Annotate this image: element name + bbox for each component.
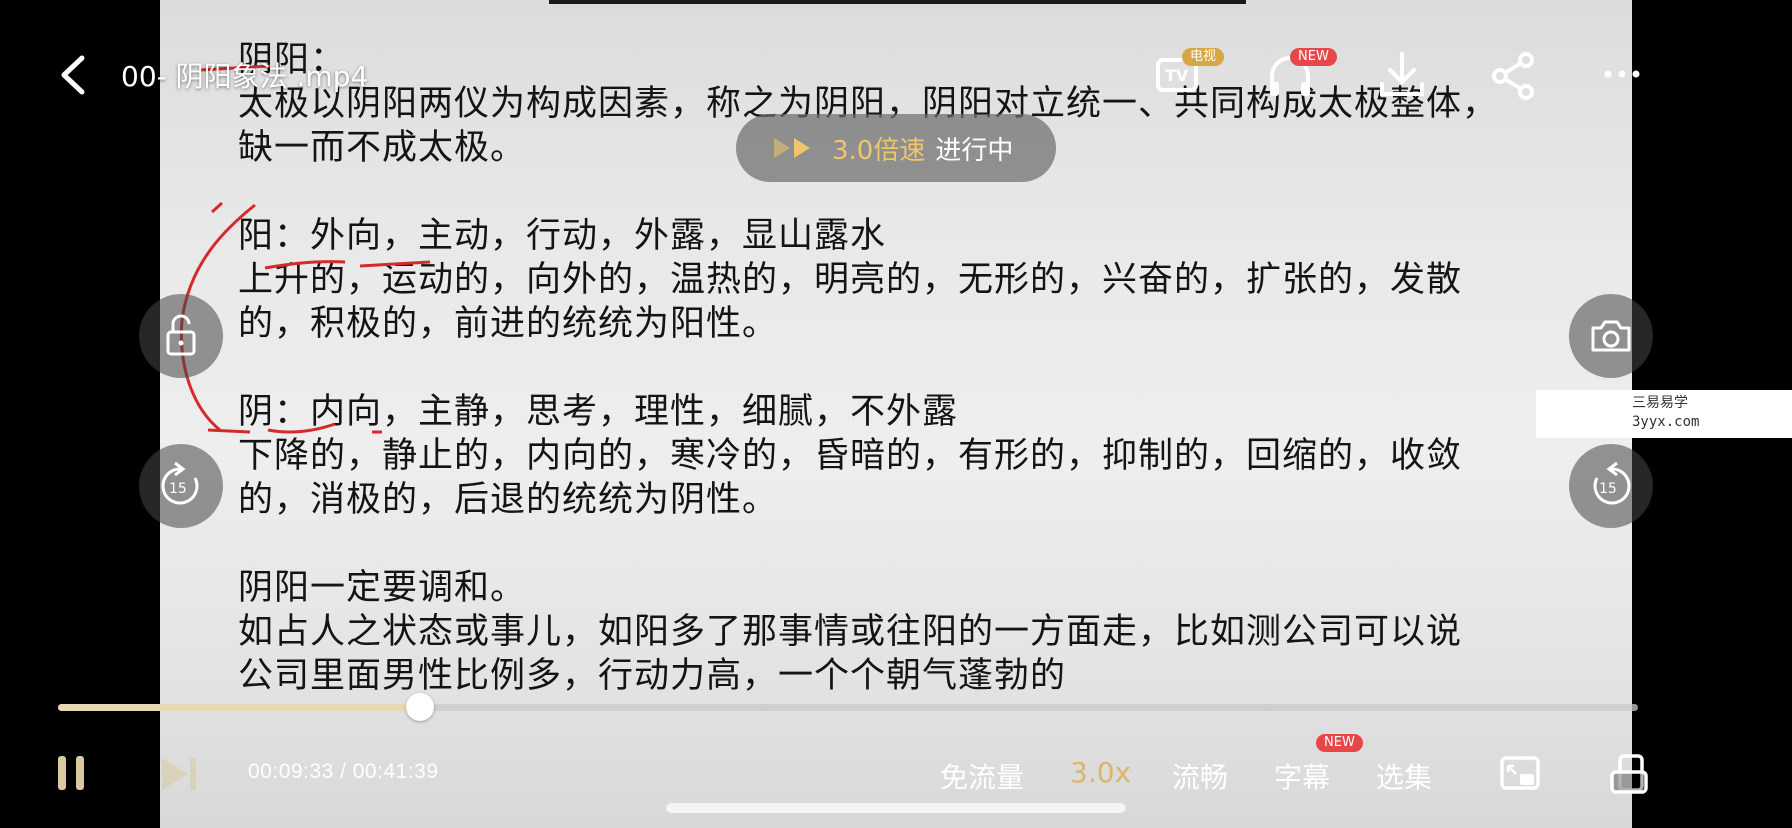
rewind-seconds: 15 bbox=[169, 481, 187, 497]
next-button[interactable] bbox=[158, 752, 202, 796]
slide-line: 阴阳： bbox=[238, 40, 347, 80]
watermark-line: 3yyx.com bbox=[1632, 414, 1700, 430]
slide-line: 阴：内向，主静，思考，理性，细腻，不外露 bbox=[238, 392, 959, 432]
forward-icon: 15 bbox=[1593, 461, 1631, 505]
slide-line: 的，积极的，前进的统统为阳性。 bbox=[238, 304, 779, 344]
speed-toast-status: 进行中 bbox=[935, 135, 1014, 166]
skip-next-icon bbox=[162, 758, 196, 790]
progress-track[interactable] bbox=[58, 693, 1638, 721]
slide-line: 的，消极的，后退的统统为阴性。 bbox=[238, 480, 779, 520]
forward-seconds: 15 bbox=[1599, 481, 1617, 497]
share-button[interactable] bbox=[1486, 48, 1542, 104]
slide-line: 下降的，静止的，内向的，寒冷的，昏暗的，有形的，抑制的，回缩的，收敛 bbox=[238, 436, 1463, 476]
slide-line: 阴阳一定要调和。 bbox=[238, 568, 527, 608]
pause-icon bbox=[58, 756, 84, 790]
episodes-button[interactable]: 选集 bbox=[1376, 756, 1432, 796]
rewind-15-button[interactable]: 15 bbox=[139, 444, 223, 528]
screenshot-button[interactable] bbox=[1569, 294, 1653, 378]
quality-button[interactable]: 流畅 bbox=[1172, 756, 1228, 796]
share-icon bbox=[1492, 52, 1534, 100]
slide-line: 公司里面男性比例多，行动力高，一个个朝气蓬勃的 bbox=[238, 656, 1067, 696]
progress-fill bbox=[58, 704, 421, 711]
data-free-button[interactable]: 免流量 bbox=[940, 756, 1024, 796]
watermark: 三易易学 3yyx.com bbox=[1536, 390, 1792, 438]
lock-screen-button[interactable] bbox=[139, 294, 223, 378]
pip-button[interactable] bbox=[1498, 752, 1542, 796]
listen-button[interactable]: NEW bbox=[1262, 48, 1337, 104]
rewind-icon: 15 bbox=[161, 461, 199, 505]
subtitles-button[interactable]: 字幕 bbox=[1274, 756, 1330, 796]
speed-button[interactable]: 3.0x bbox=[1070, 756, 1131, 789]
back-button[interactable] bbox=[52, 50, 96, 100]
slide-line: 如占人之状态或事儿，如阳多了那事情或往阳的一方面走，比如测公司可以说 bbox=[238, 612, 1463, 652]
more-button[interactable] bbox=[1596, 48, 1652, 104]
chevron-left-icon bbox=[61, 55, 85, 95]
speed-toast-value: 3.0倍速 bbox=[832, 135, 926, 166]
new-badge: NEW bbox=[1290, 48, 1337, 66]
download-icon bbox=[1380, 52, 1424, 96]
rotate-icon bbox=[1610, 754, 1648, 794]
new-badge: NEW bbox=[1316, 734, 1363, 752]
fast-forward-icon bbox=[774, 138, 810, 158]
home-indicator bbox=[666, 803, 1126, 813]
rotate-screen-button[interactable] bbox=[1608, 752, 1652, 796]
tv-badge: 电视 bbox=[1182, 48, 1225, 66]
video-top-strip bbox=[549, 0, 1246, 4]
time-display: 00:09:33 / 00:41:39 bbox=[248, 760, 439, 783]
picture-in-picture-icon bbox=[1500, 756, 1540, 790]
svg-text:TV: TV bbox=[1165, 66, 1189, 85]
watermark-line: 三易易学 bbox=[1632, 395, 1688, 411]
slide-line: 阳：外向，主动，行动，外露，显山露水 bbox=[238, 216, 887, 256]
video-title: 00- 阴阳象法 .mp4 bbox=[121, 60, 369, 93]
camera-icon bbox=[1591, 320, 1631, 352]
more-dots-icon bbox=[1604, 70, 1640, 78]
forward-15-button[interactable]: 15 bbox=[1569, 444, 1653, 528]
tv-cast-button[interactable]: TV 电视 bbox=[1152, 48, 1225, 104]
speed-toast: 3.0倍速 进行中 bbox=[736, 114, 1056, 182]
unlock-icon bbox=[166, 314, 196, 356]
slide-line: 上升的，运动的，向外的，温热的，明亮的，无形的，兴奋的，扩张的，发散 bbox=[238, 260, 1463, 300]
pause-button[interactable] bbox=[52, 752, 92, 796]
download-button[interactable] bbox=[1374, 48, 1430, 104]
